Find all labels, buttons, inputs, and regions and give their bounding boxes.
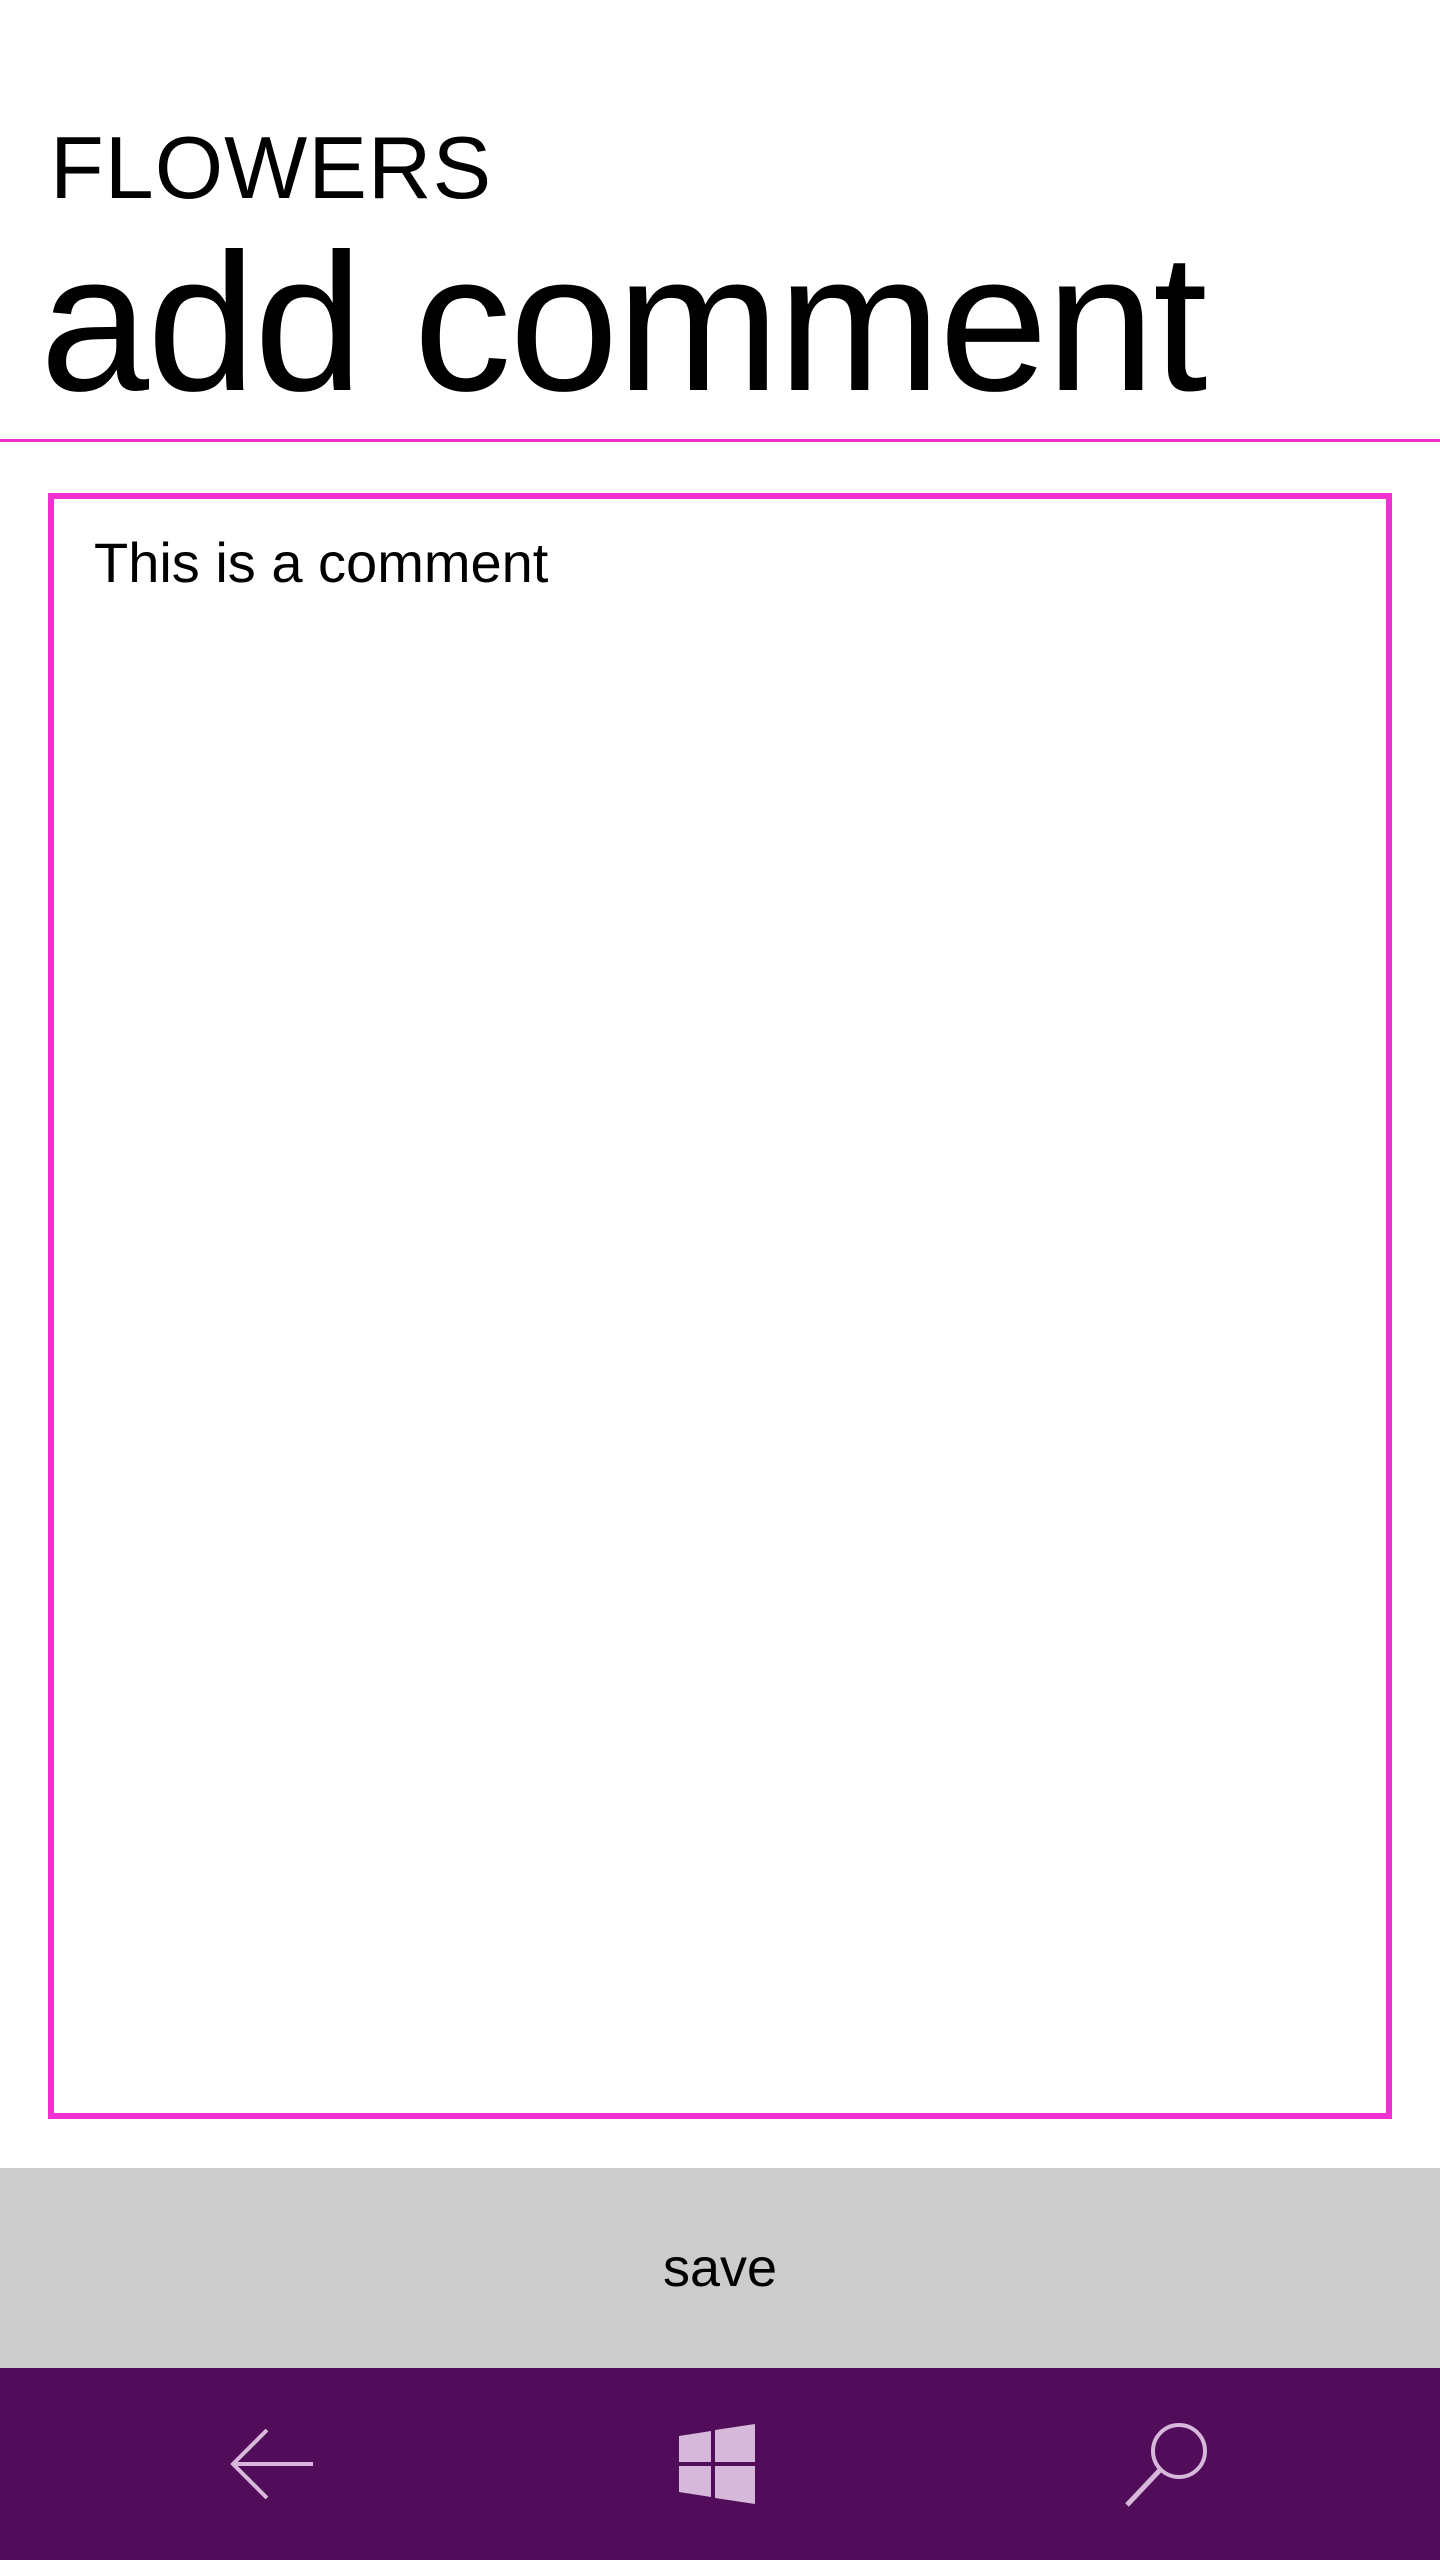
search-button[interactable]: [1068, 2368, 1268, 2560]
page: FLOWERS add comment save: [0, 0, 1440, 2560]
back-arrow-icon: [230, 2428, 313, 2500]
header-divider: [0, 439, 1440, 442]
windows-logo-icon: [679, 2424, 755, 2504]
system-nav-bar: [0, 2368, 1440, 2560]
back-button[interactable]: [172, 2368, 372, 2560]
home-button[interactable]: [617, 2368, 817, 2560]
app-title: FLOWERS: [50, 118, 493, 217]
save-button[interactable]: save: [0, 2168, 1440, 2368]
comment-textarea[interactable]: [48, 493, 1392, 2119]
search-icon: [1125, 2423, 1207, 2507]
page-title: add comment: [40, 213, 1207, 432]
